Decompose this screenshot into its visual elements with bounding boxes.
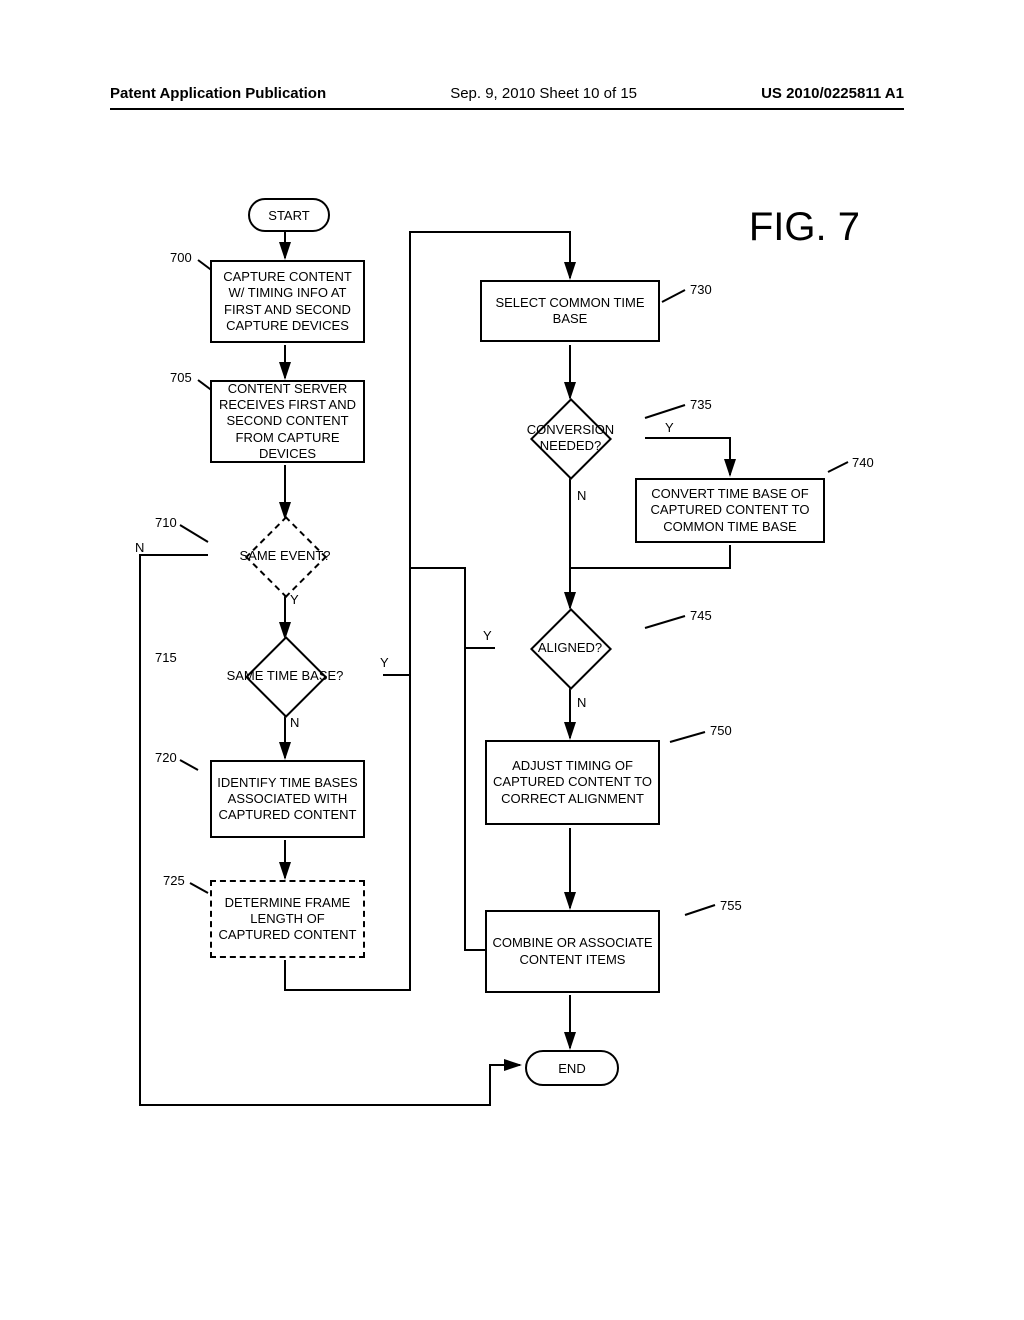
header-left: Patent Application Publication xyxy=(110,85,326,102)
branch-745-n: N xyxy=(577,695,586,710)
ref-755: 755 xyxy=(720,898,742,913)
box-730: SELECT COMMON TIME BASE xyxy=(480,280,660,342)
flowchart: FIG. 7 xyxy=(90,160,910,1170)
header-rule xyxy=(110,108,904,110)
terminator-end: END xyxy=(525,1050,619,1086)
box-750: ADJUST TIMING OF CAPTURED CONTENT TO COR… xyxy=(485,740,660,825)
ref-705: 705 xyxy=(170,370,192,385)
branch-715-y: Y xyxy=(380,655,389,670)
box-755-text: COMBINE OR ASSOCIATE CONTENT ITEMS xyxy=(491,935,654,968)
header-right: US 2010/0225811 A1 xyxy=(761,85,904,102)
ref-740: 740 xyxy=(852,455,874,470)
ref-750: 750 xyxy=(710,723,732,738)
ref-720: 720 xyxy=(155,750,177,765)
box-740: CONVERT TIME BASE OF CAPTURED CONTENT TO… xyxy=(635,478,825,543)
box-750-text: ADJUST TIMING OF CAPTURED CONTENT TO COR… xyxy=(491,758,654,807)
ref-725: 725 xyxy=(163,873,185,888)
box-740-text: CONVERT TIME BASE OF CAPTURED CONTENT TO… xyxy=(641,486,819,535)
ref-730: 730 xyxy=(690,282,712,297)
box-720-text: IDENTIFY TIME BASES ASSOCIATED WITH CAPT… xyxy=(216,775,359,824)
ref-745: 745 xyxy=(690,608,712,623)
branch-745-y: Y xyxy=(483,628,492,643)
box-700-text: CAPTURE CONTENT W/ TIMING INFO AT FIRST … xyxy=(216,269,359,334)
box-725-text: DETERMINE FRAME LENGTH OF CAPTURED CONTE… xyxy=(216,895,359,944)
branch-710-y: Y xyxy=(290,592,299,607)
terminator-start: START xyxy=(248,198,330,232)
ref-710: 710 xyxy=(155,515,177,530)
branch-735-y: Y xyxy=(665,420,674,435)
box-705: CONTENT SERVER RECEIVES FIRST AND SECOND… xyxy=(210,380,365,463)
ref-715: 715 xyxy=(155,650,177,665)
box-730-text: SELECT COMMON TIME BASE xyxy=(486,295,654,328)
page: Patent Application Publication Sep. 9, 2… xyxy=(0,0,1024,1320)
ref-700: 700 xyxy=(170,250,192,265)
page-header: Patent Application Publication Sep. 9, 2… xyxy=(110,85,904,102)
box-700: CAPTURE CONTENT W/ TIMING INFO AT FIRST … xyxy=(210,260,365,343)
box-755: COMBINE OR ASSOCIATE CONTENT ITEMS xyxy=(485,910,660,993)
box-705-text: CONTENT SERVER RECEIVES FIRST AND SECOND… xyxy=(216,381,359,462)
box-720: IDENTIFY TIME BASES ASSOCIATED WITH CAPT… xyxy=(210,760,365,838)
ref-735: 735 xyxy=(690,397,712,412)
box-725: DETERMINE FRAME LENGTH OF CAPTURED CONTE… xyxy=(210,880,365,958)
branch-710-n: N xyxy=(135,540,144,555)
branch-735-n: N xyxy=(577,488,586,503)
end-label: END xyxy=(558,1061,585,1076)
header-center: Sep. 9, 2010 Sheet 10 of 15 xyxy=(450,85,637,102)
branch-715-n: N xyxy=(290,715,299,730)
start-label: START xyxy=(268,208,309,223)
